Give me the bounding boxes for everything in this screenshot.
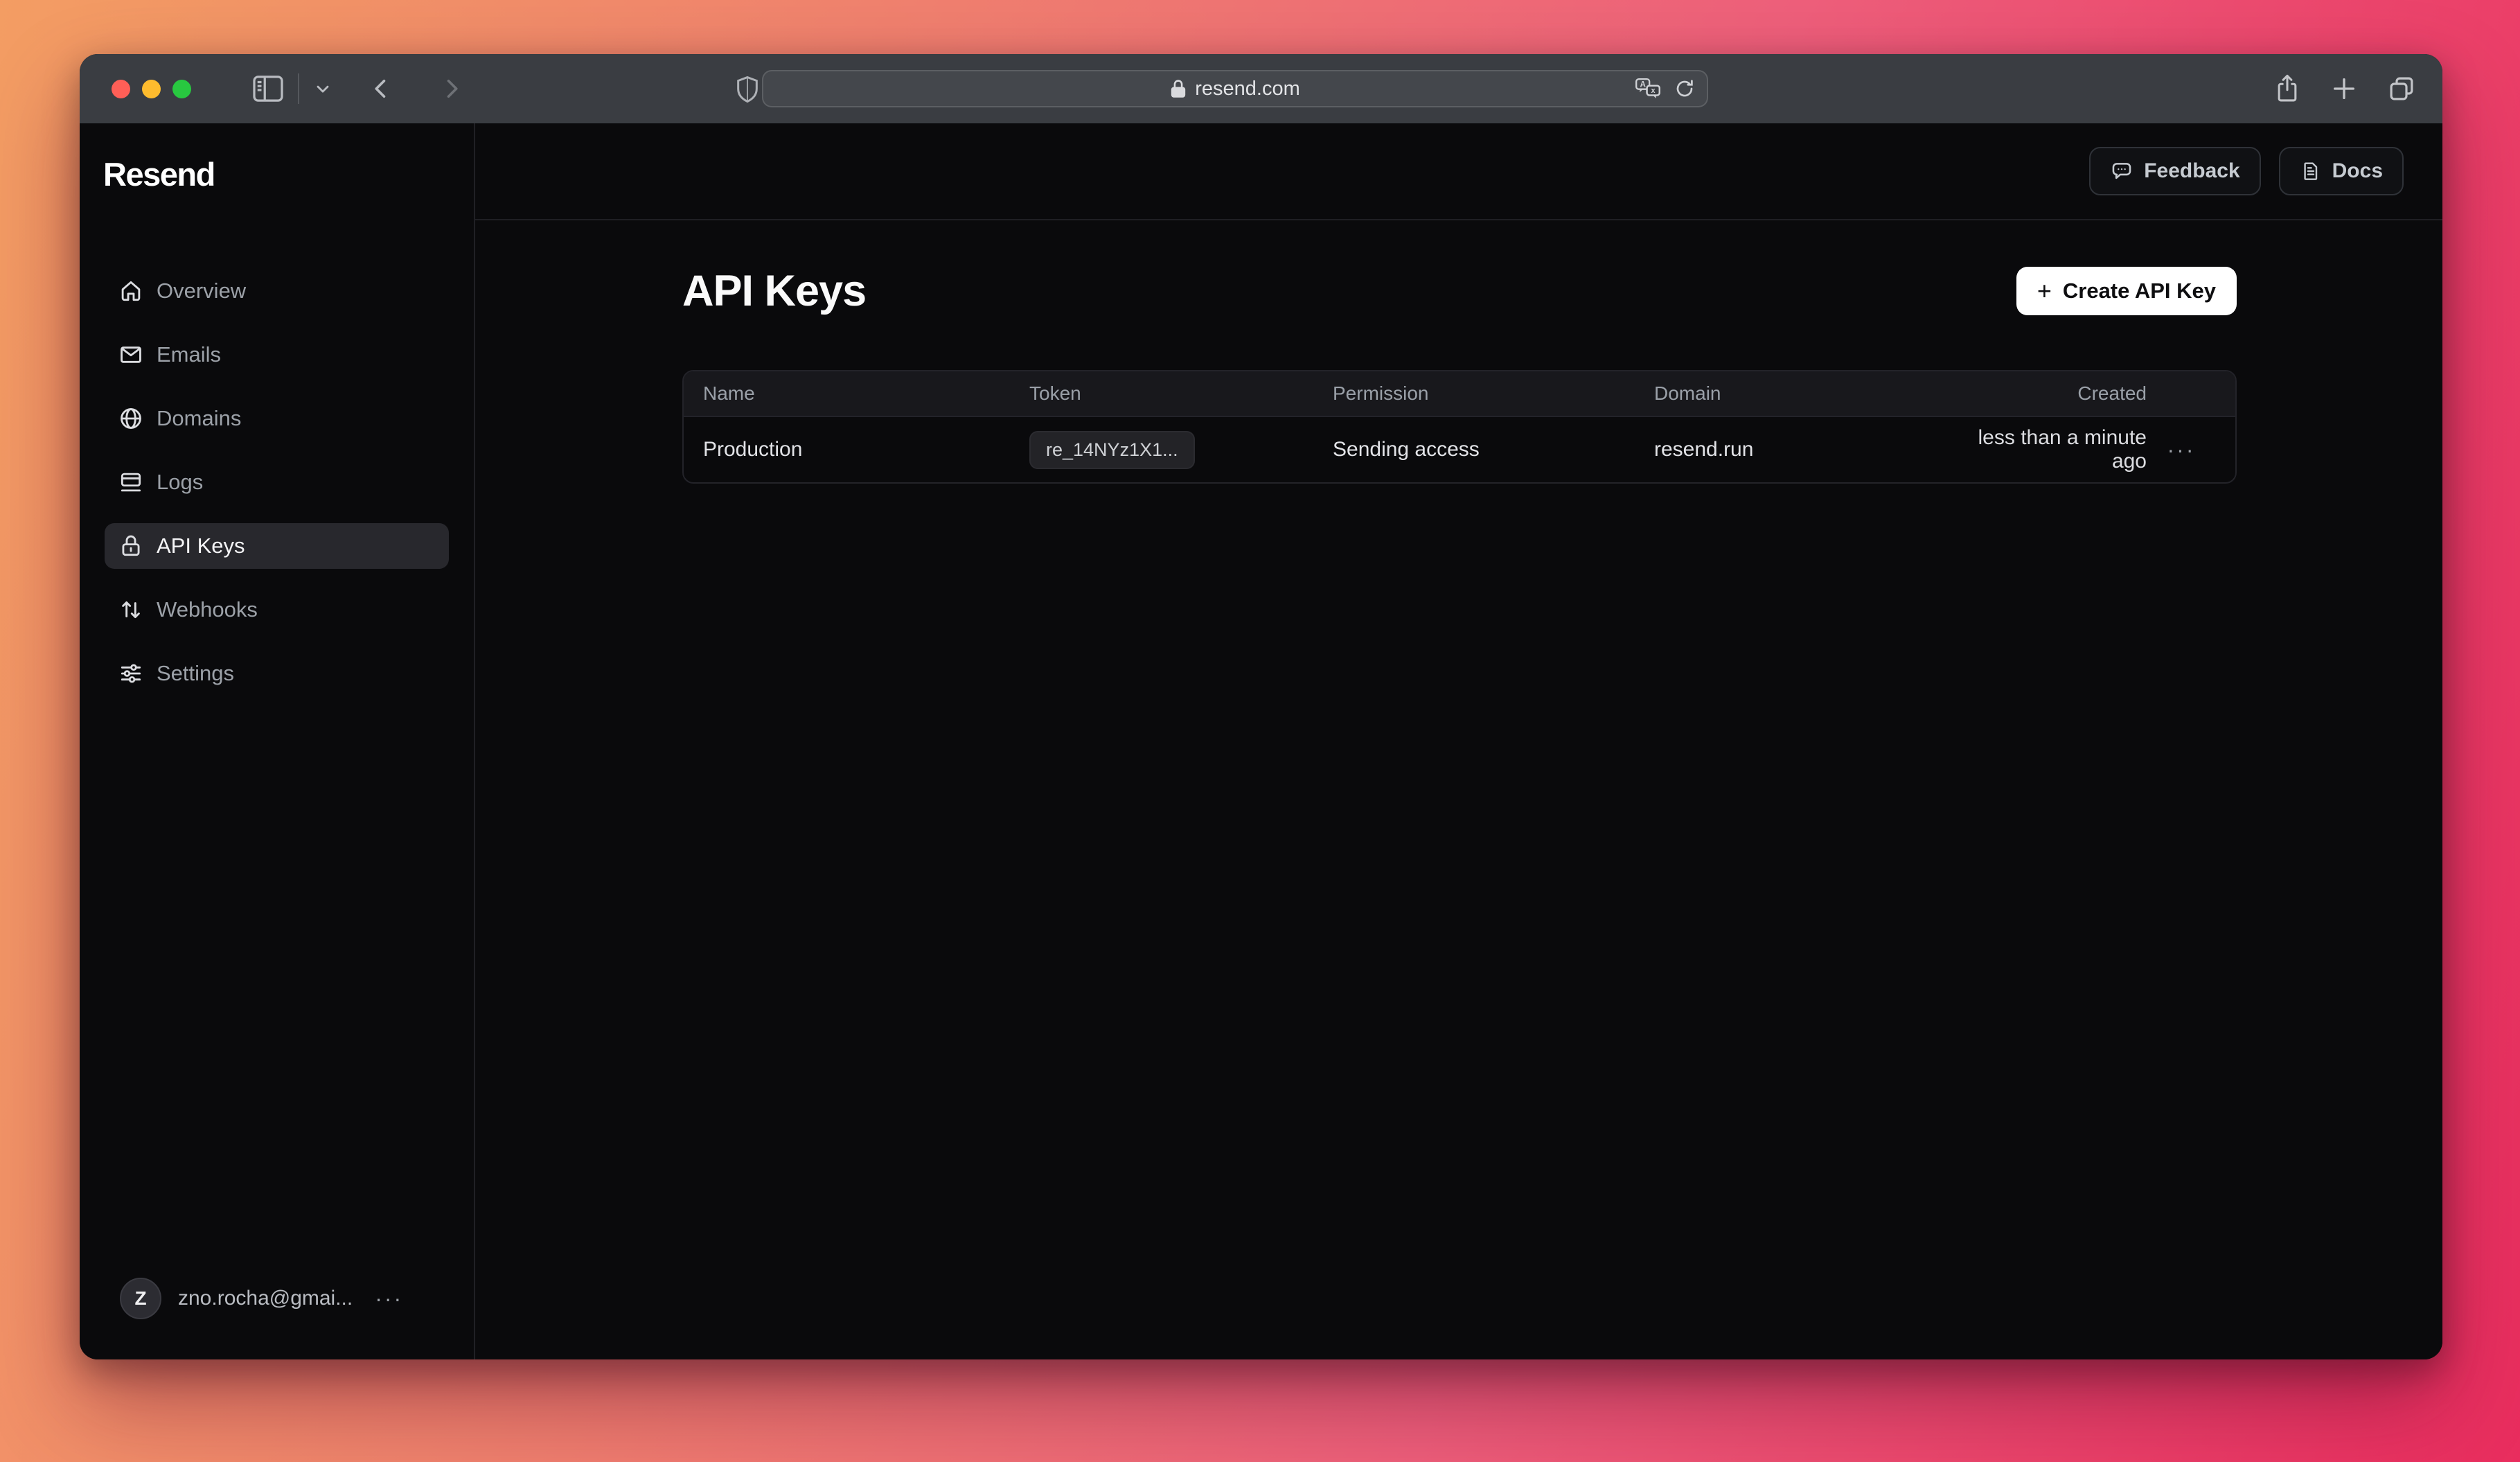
docs-button[interactable]: Docs: [2279, 147, 2404, 195]
column-header-created: Created: [1957, 382, 2147, 405]
sidebar-item-label: Emails: [157, 342, 221, 367]
resend-app: Resend Overview: [80, 123, 2442, 1359]
tab-overview-icon[interactable]: [2387, 74, 2416, 103]
minimize-window-button[interactable]: [142, 80, 161, 98]
feedback-button[interactable]: Feedback: [2089, 147, 2260, 195]
close-window-button[interactable]: [112, 80, 130, 98]
document-icon: [2300, 160, 2322, 182]
sidebar-item-label: Webhooks: [157, 597, 258, 622]
column-header-domain: Domain: [1654, 382, 1957, 405]
translate-icon[interactable]: A x: [1635, 77, 1661, 100]
home-icon: [117, 278, 145, 304]
logs-icon: [117, 469, 145, 495]
share-icon[interactable]: [2273, 73, 2301, 104]
speech-bubble-icon: [2110, 159, 2133, 183]
sidebar-toggle-icon[interactable]: [252, 75, 284, 103]
svg-text:A: A: [1640, 80, 1646, 89]
main-header: Feedback Docs: [475, 123, 2442, 220]
sidebar-item-emails[interactable]: Emails: [105, 332, 449, 378]
cell-created: less than a minute ago: [1957, 426, 2147, 473]
sidebar-item-api-keys[interactable]: API Keys: [105, 523, 449, 569]
globe-icon: [117, 405, 145, 432]
zoom-window-button[interactable]: [172, 80, 191, 98]
cell-permission: Sending access: [1333, 438, 1654, 461]
chevron-down-icon[interactable]: [313, 79, 332, 98]
column-header-token: Token: [1029, 382, 1333, 405]
browser-titlebar: resend.com A x: [80, 54, 2442, 123]
forward-icon[interactable]: [439, 76, 464, 101]
sliders-icon: [117, 660, 145, 687]
resend-logo: Resend: [103, 155, 474, 193]
reload-icon[interactable]: [1674, 78, 1696, 100]
privacy-shield-icon[interactable]: [736, 76, 759, 107]
svg-text:x: x: [1651, 87, 1656, 95]
sidebar-item-label: Overview: [157, 279, 246, 303]
sidebar-item-label: API Keys: [157, 534, 245, 558]
page-content: API Keys + Create API Key Name Token Per…: [475, 220, 2442, 484]
table-header: Name Token Permission Domain Created: [684, 371, 2235, 417]
sidebar-nav: Overview Emails: [80, 268, 474, 714]
sidebar: Resend Overview: [80, 123, 475, 1359]
traffic-lights: [112, 80, 191, 98]
main-panel: Feedback Docs API Keys +: [475, 123, 2442, 1359]
sidebar-item-webhooks[interactable]: Webhooks: [105, 587, 449, 633]
address-bar[interactable]: resend.com A x: [762, 70, 1708, 107]
avatar: Z: [120, 1278, 161, 1319]
column-header-name: Name: [703, 382, 1029, 405]
arrows-up-down-icon: [117, 597, 145, 623]
sidebar-item-settings[interactable]: Settings: [105, 651, 449, 696]
browser-window: resend.com A x: [80, 54, 2442, 1359]
lock-icon: [117, 533, 145, 559]
back-icon[interactable]: [369, 76, 393, 101]
sidebar-item-overview[interactable]: Overview: [105, 268, 449, 314]
api-keys-table: Name Token Permission Domain Created Pro…: [682, 370, 2237, 484]
cell-name: Production: [703, 438, 1029, 461]
toolbar-divider: [298, 73, 299, 104]
address-text: resend.com: [1195, 78, 1300, 100]
sidebar-item-label: Settings: [157, 661, 234, 686]
lock-icon: [1170, 79, 1187, 98]
column-header-permission: Permission: [1333, 382, 1654, 405]
user-menu-ellipsis-icon[interactable]: ···: [375, 1286, 403, 1312]
mail-icon: [117, 342, 145, 368]
table-row: Production re_14NYz1X1... Sending access…: [684, 417, 2235, 482]
create-api-key-button[interactable]: + Create API Key: [2016, 267, 2237, 315]
sidebar-item-label: Logs: [157, 470, 203, 495]
token-badge[interactable]: re_14NYz1X1...: [1029, 431, 1195, 469]
new-tab-icon[interactable]: [2330, 75, 2358, 103]
feedback-label: Feedback: [2144, 159, 2239, 183]
row-menu-ellipsis-icon[interactable]: ···: [2147, 437, 2216, 463]
cell-domain: resend.run: [1654, 438, 1957, 461]
sidebar-item-logs[interactable]: Logs: [105, 459, 449, 505]
user-account-row[interactable]: Z zno.rocha@gmai... ···: [80, 1278, 474, 1319]
page-title: API Keys: [682, 266, 866, 316]
docs-label: Docs: [2332, 159, 2383, 183]
user-email: zno.rocha@gmai...: [178, 1287, 353, 1310]
plus-icon: +: [2037, 279, 2052, 303]
sidebar-item-domains[interactable]: Domains: [105, 396, 449, 441]
create-api-key-label: Create API Key: [2063, 279, 2216, 303]
sidebar-item-label: Domains: [157, 406, 241, 431]
